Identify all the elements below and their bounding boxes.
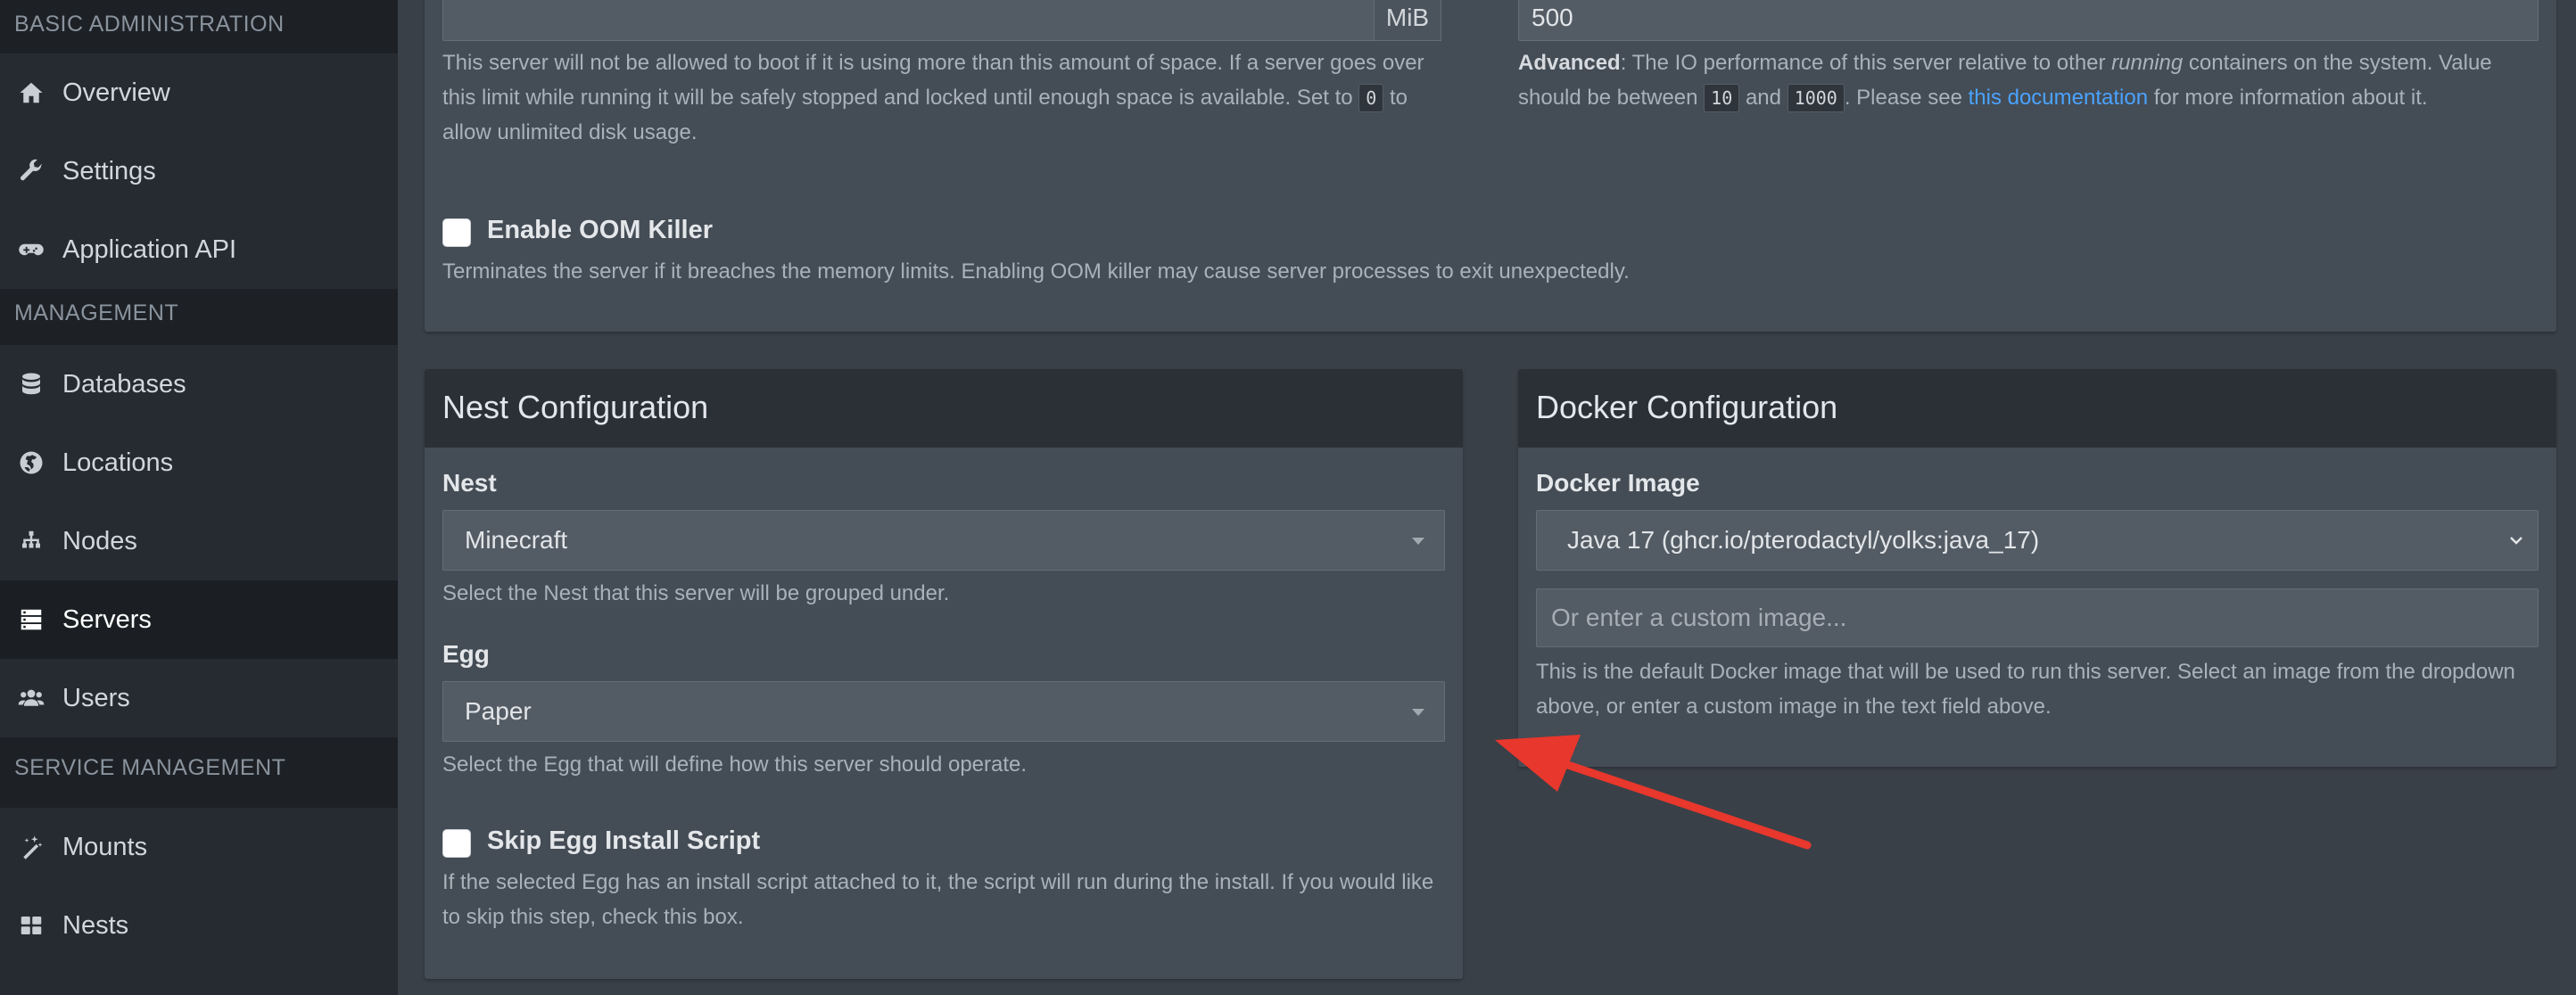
egg-select-value: Paper bbox=[465, 697, 532, 725]
skip-egg-install-script-label[interactable]: Skip Egg Install Script bbox=[487, 826, 760, 856]
th-large-icon bbox=[16, 910, 46, 941]
globe-icon bbox=[16, 448, 46, 478]
sidebar-item-label: Databases bbox=[62, 369, 186, 399]
database-icon bbox=[16, 369, 46, 399]
nest-select-value: Minecraft bbox=[465, 526, 568, 554]
disk-space-input[interactable] bbox=[442, 0, 1408, 41]
sidebar-item-label: Servers bbox=[62, 604, 152, 634]
magic-icon bbox=[16, 832, 46, 862]
disk-unlimited-code: 0 bbox=[1358, 84, 1384, 112]
skip-egg-install-help-text: If the selected Egg has an install scrip… bbox=[442, 870, 1434, 929]
oom-killer-help-text: Terminates the server if it breaches the… bbox=[442, 259, 1630, 284]
sitemap-icon bbox=[16, 526, 46, 556]
disk-help-text: This server will not be allowed to boot … bbox=[442, 45, 1441, 150]
disk-unit-addon: MiB bbox=[1374, 0, 1441, 41]
sidebar-item-label: Mounts bbox=[62, 832, 148, 861]
io-min-code: 10 bbox=[1704, 84, 1740, 112]
chevron-down-icon bbox=[2510, 537, 2522, 545]
block-io-help-text: Advanced: The IO performance of this ser… bbox=[1518, 45, 2544, 115]
sidebar-item-overview[interactable]: Overview bbox=[0, 53, 398, 132]
advanced-label: Advanced bbox=[1518, 51, 1621, 75]
resource-limits-panel: MiB This server will not be allowed to b… bbox=[425, 0, 2556, 332]
nest-select[interactable]: Minecraft bbox=[442, 510, 1445, 571]
sidebar-item-label: Application API bbox=[62, 234, 237, 264]
egg-help-text: Select the Egg that will define how this… bbox=[442, 752, 1028, 777]
sidebar-item-mounts[interactable]: Mounts bbox=[0, 808, 398, 886]
skip-egg-install-script-checkbox[interactable] bbox=[442, 829, 471, 858]
disk-unit-label: MiB bbox=[1385, 4, 1430, 31]
sidebar-item-label: Overview bbox=[62, 78, 170, 107]
docker-image-select[interactable]: Java 17 (ghcr.io/pterodactyl/yolks:java_… bbox=[1536, 510, 2539, 571]
sidebar-item-settings[interactable]: Settings bbox=[0, 132, 398, 210]
io-help-part: : The IO performance of this server rela… bbox=[1620, 51, 2106, 75]
nest-help-text: Select the Nest that this server will be… bbox=[442, 581, 950, 605]
io-help-part: . Please see bbox=[1844, 86, 1962, 110]
nest-configuration-title: Nest Configuration bbox=[425, 369, 1463, 448]
docker-configuration-panel: Docker Configuration Docker Image Java 1… bbox=[1518, 369, 2556, 767]
io-help-emphasis: running bbox=[2111, 51, 2184, 75]
sidebar-item-users[interactable]: Users bbox=[0, 659, 398, 737]
nest-label: Nest bbox=[442, 469, 497, 497]
users-icon bbox=[16, 683, 46, 713]
sidebar-item-label: Users bbox=[62, 683, 130, 712]
custom-docker-image-input[interactable]: Or enter a custom image... bbox=[1536, 588, 2539, 647]
nest-configuration-panel: Nest Configuration Nest Minecraft Select… bbox=[425, 369, 1463, 979]
enable-oom-killer-label[interactable]: Enable OOM Killer bbox=[487, 216, 713, 245]
chevron-down-icon bbox=[1412, 709, 1424, 716]
io-help-part: for more information about it. bbox=[2153, 86, 2428, 110]
custom-docker-image-placeholder: Or enter a custom image... bbox=[1551, 604, 1847, 631]
io-help-part: and bbox=[1745, 86, 1781, 110]
io-max-code: 1000 bbox=[1787, 84, 1845, 112]
sidebar-item-label: Nodes bbox=[62, 526, 137, 555]
sidebar-header-basic-administration: BASIC ADMINISTRATION bbox=[0, 0, 398, 53]
sidebar-item-label: Settings bbox=[62, 156, 156, 185]
enable-oom-killer-checkbox[interactable] bbox=[442, 218, 471, 247]
docker-image-help-text: This is the default Docker image that wi… bbox=[1536, 660, 2515, 719]
sidebar-item-nests[interactable]: Nests bbox=[0, 886, 398, 965]
docker-image-label: Docker Image bbox=[1536, 469, 1700, 497]
sidebar-item-databases[interactable]: Databases bbox=[0, 345, 398, 423]
sidebar-item-nodes[interactable]: Nodes bbox=[0, 502, 398, 580]
docker-image-select-value: Java 17 (ghcr.io/pterodactyl/yolks:java_… bbox=[1567, 526, 2040, 554]
sidebar-item-locations[interactable]: Locations bbox=[0, 423, 398, 502]
chevron-down-icon bbox=[1412, 538, 1424, 545]
sidebar-header-management: MANAGEMENT bbox=[0, 289, 398, 345]
egg-label: Egg bbox=[442, 640, 490, 668]
sidebar-header-service-management: SERVICE MANAGEMENT bbox=[0, 737, 398, 808]
block-io-value: 500 bbox=[1532, 4, 1573, 31]
block-io-input[interactable]: 500 bbox=[1518, 0, 2539, 41]
server-icon bbox=[16, 604, 46, 635]
disk-help-part: This server will not be allowed to boot … bbox=[442, 51, 1424, 110]
egg-select[interactable]: Paper bbox=[442, 681, 1445, 742]
sidebar-item-label: Nests bbox=[62, 910, 129, 940]
docker-configuration-title: Docker Configuration bbox=[1518, 369, 2556, 448]
wrench-icon bbox=[16, 156, 46, 186]
sidebar: BASIC ADMINISTRATION Overview Settings A… bbox=[0, 0, 398, 995]
sidebar-item-application-api[interactable]: Application API bbox=[0, 210, 398, 289]
documentation-link[interactable]: this documentation bbox=[1969, 86, 2148, 110]
sidebar-item-servers[interactable]: Servers bbox=[0, 580, 398, 659]
home-icon bbox=[16, 78, 46, 108]
sidebar-item-label: Locations bbox=[62, 448, 174, 477]
annotation-arrow-icon bbox=[1495, 735, 1812, 850]
gamepad-icon bbox=[16, 234, 46, 265]
